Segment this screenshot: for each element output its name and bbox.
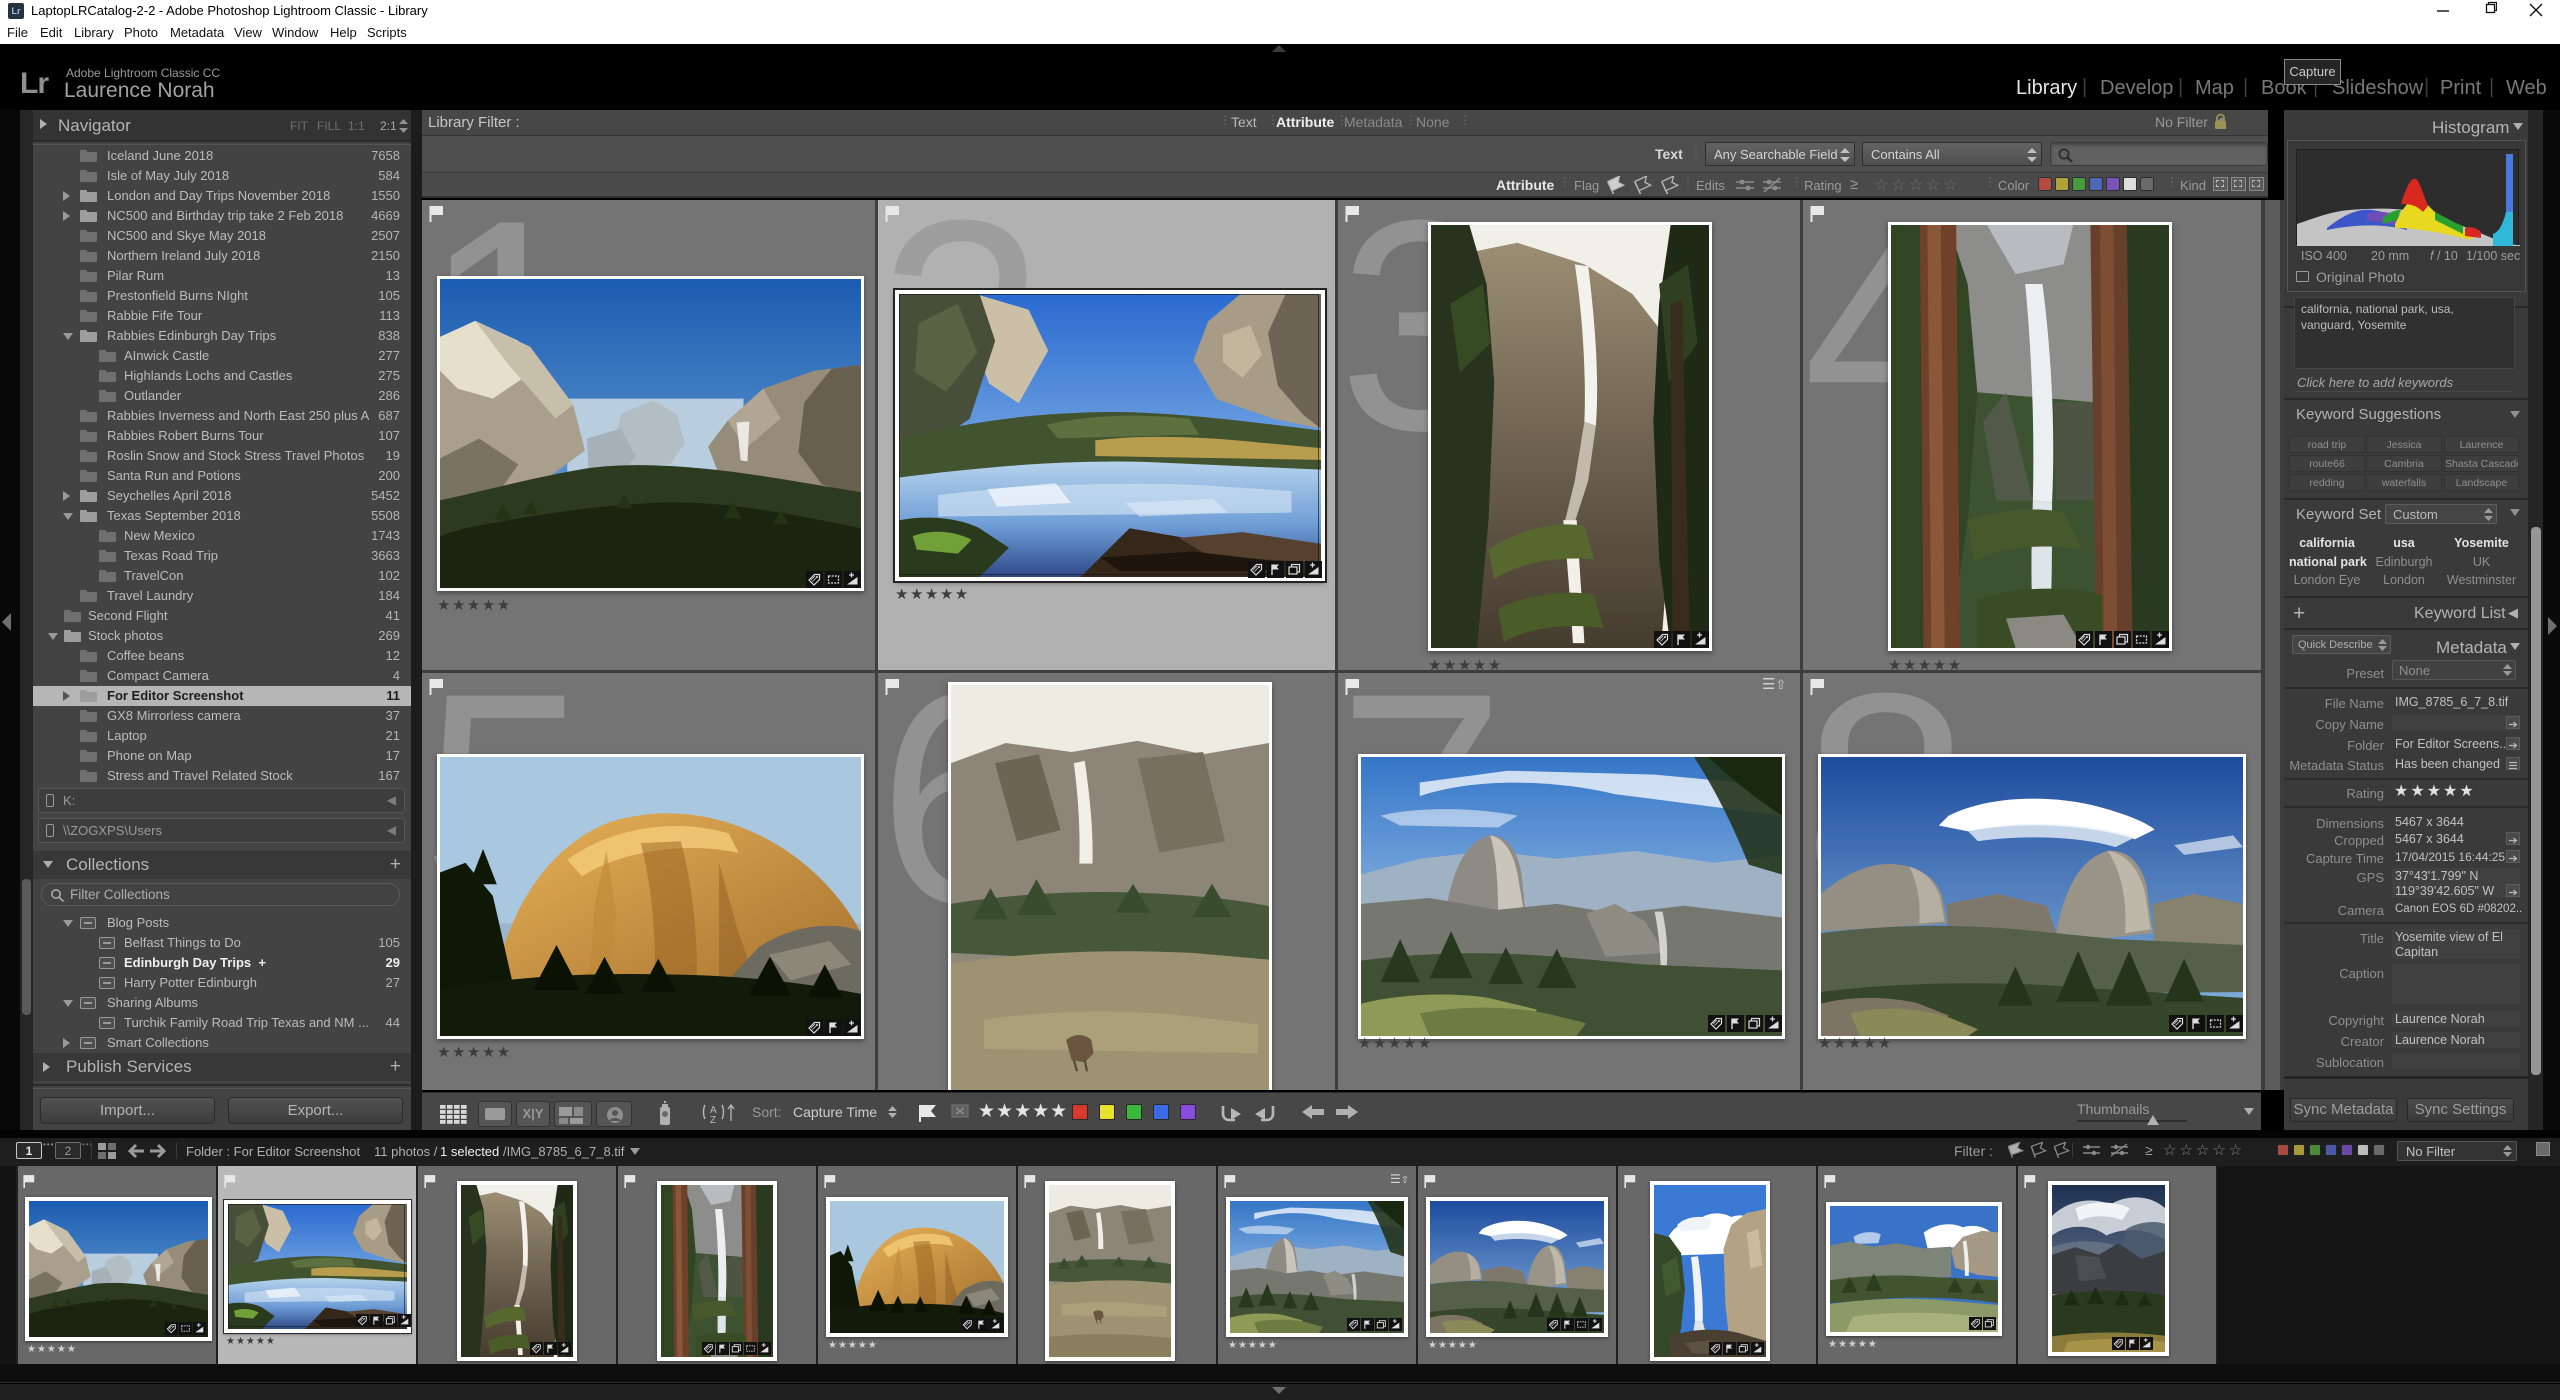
svg-text:Z: Z: [710, 1115, 716, 1125]
